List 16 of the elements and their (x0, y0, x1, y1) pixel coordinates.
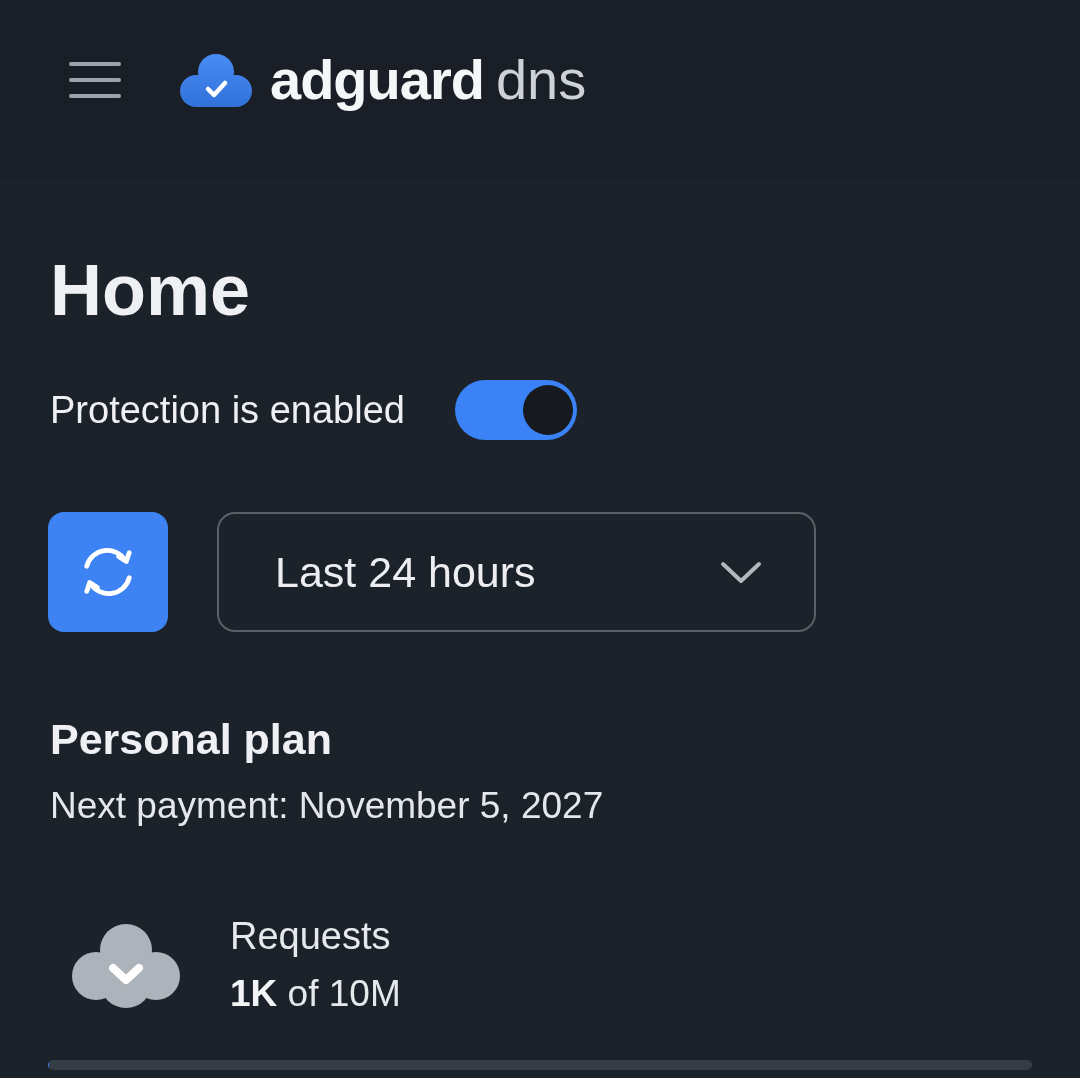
menu-button[interactable] (68, 62, 122, 98)
logo-suffix: dns (495, 52, 587, 108)
usage-value: 1K of 10M (230, 972, 401, 1016)
logo-link[interactable]: adguard dns (180, 50, 587, 110)
menu-icon (68, 62, 122, 98)
usage-label: Requests (230, 914, 392, 958)
refresh-button[interactable] (48, 512, 168, 632)
cloud-download-icon (72, 922, 180, 1008)
protection-label: Protection is enabled (50, 388, 405, 432)
page-title: Home (50, 254, 252, 326)
next-payment-text: Next payment: November 5, 2027 (50, 784, 605, 828)
plan-name: Personal plan (50, 714, 333, 764)
chevron-down-icon (720, 560, 762, 584)
protection-toggle[interactable] (454, 380, 577, 440)
cloud-check-icon (180, 52, 252, 110)
period-dropdown[interactable]: Last 24 hours (217, 512, 816, 632)
